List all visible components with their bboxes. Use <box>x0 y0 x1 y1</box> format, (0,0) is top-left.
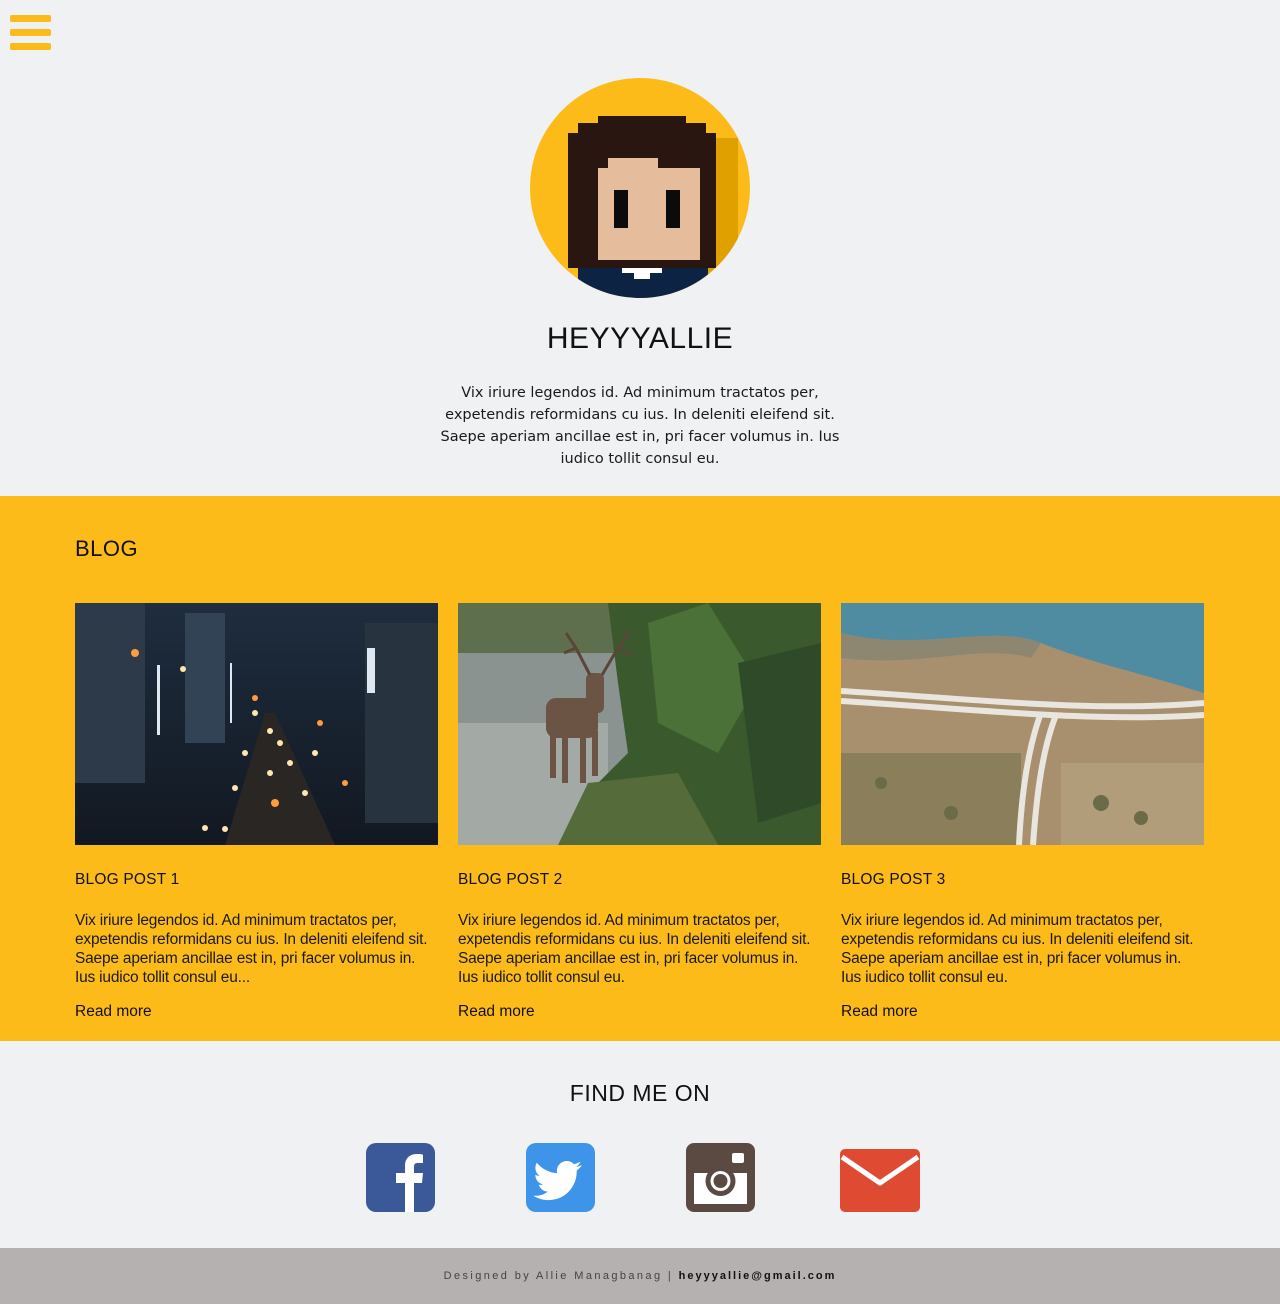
read-more-link[interactable]: Read more <box>458 1003 535 1021</box>
blog-post-3: BLOG POST 3 Vix iriure legendos id. Ad m… <box>841 603 1204 1020</box>
mail-icon[interactable] <box>840 1143 920 1212</box>
blog-post-title: BLOG POST 1 <box>75 871 180 888</box>
read-more-link[interactable]: Read more <box>75 1003 152 1021</box>
page-title: HEYYYALLIE <box>546 322 734 355</box>
facebook-icon[interactable] <box>366 1143 435 1212</box>
blog-post-2: BLOG POST 2 Vix iriure legendos id. Ad m… <box>458 603 821 1020</box>
menu-bar <box>10 43 51 50</box>
find-me-heading: FIND ME ON <box>569 1080 711 1106</box>
blog-post-1-image[interactable] <box>75 603 438 845</box>
blog-section: BLOG BLOG POST 1 Vix iriure legendos id.… <box>0 496 1280 1041</box>
twitter-icon[interactable] <box>526 1143 595 1212</box>
blog-post-2-image[interactable] <box>458 603 821 845</box>
blog-post-excerpt: Vix iriure legendos id. Ad minimum tract… <box>75 912 428 986</box>
blog-post-title: BLOG POST 3 <box>841 871 946 888</box>
menu-bar <box>10 15 51 22</box>
blog-post-1: BLOG POST 1 Vix iriure legendos id. Ad m… <box>75 603 438 1020</box>
footer: Designed by Allie Managbanag | heyyyalli… <box>0 1248 1280 1304</box>
instagram-icon[interactable] <box>686 1143 755 1212</box>
menu-icon[interactable] <box>10 15 51 51</box>
menu-bar <box>10 29 51 36</box>
blog-post-title: BLOG POST 2 <box>458 871 563 888</box>
intro-text: Vix iriure legendos id. Ad minimum tract… <box>440 385 840 467</box>
blog-post-3-image[interactable] <box>841 603 1204 845</box>
blog-heading: BLOG <box>75 536 139 561</box>
footer-credit: Designed by Allie Managbanag | <box>443 1270 674 1282</box>
blog-post-excerpt: Vix iriure legendos id. Ad minimum tract… <box>841 912 1194 986</box>
footer-email-link[interactable]: heyyyallie@gmail.com <box>679 1270 837 1282</box>
read-more-link[interactable]: Read more <box>841 1003 918 1021</box>
blog-post-excerpt: Vix iriure legendos id. Ad minimum tract… <box>458 912 811 986</box>
avatar <box>530 78 750 298</box>
